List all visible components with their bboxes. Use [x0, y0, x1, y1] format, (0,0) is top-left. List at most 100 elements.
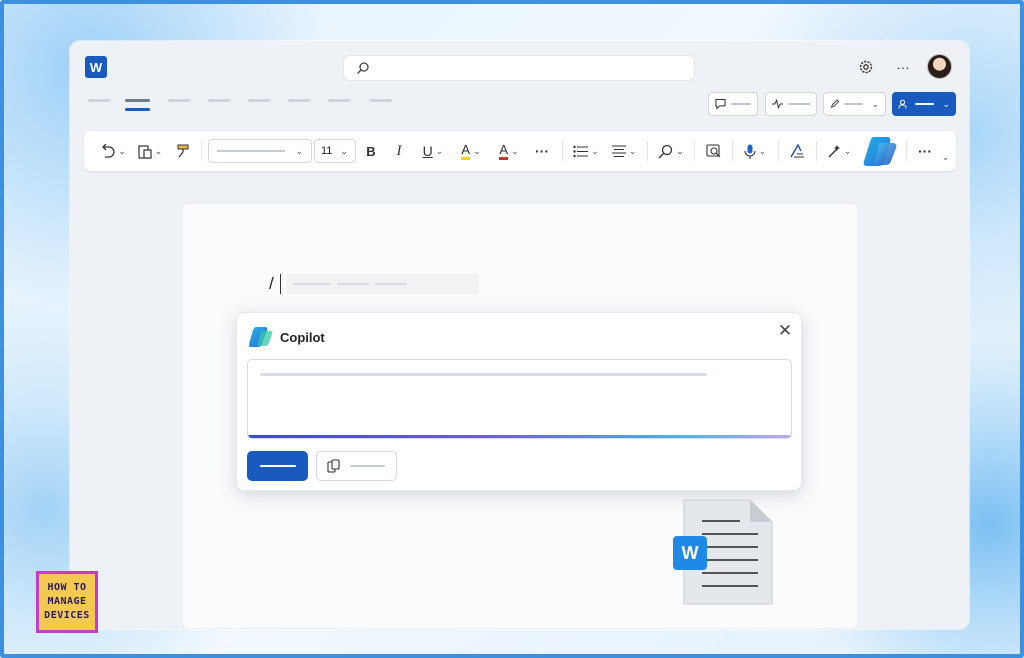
generate-button[interactable]: [247, 451, 308, 481]
paste-icon: [138, 144, 152, 159]
dictate-icon: [744, 144, 756, 159]
undo-button[interactable]: ⌄: [96, 139, 130, 163]
font-color-button[interactable]: A ⌄: [492, 139, 526, 163]
slash-command-line: /: [269, 274, 479, 294]
comments-label: [730, 103, 751, 105]
editing-mode-label: [844, 103, 864, 105]
catch-up-label: [788, 103, 810, 105]
copilot-icon: [863, 137, 897, 166]
tab-file[interactable]: [88, 99, 110, 102]
font-color-icon: A: [499, 142, 509, 160]
chevron-down-icon: ⌄: [591, 145, 599, 156]
underline-button[interactable]: U ⌄: [416, 139, 450, 163]
close-icon[interactable]: ✕: [775, 321, 795, 341]
chevron-down-icon: ⌄: [435, 145, 444, 156]
more-options-button[interactable]: ···: [912, 139, 938, 163]
prompt-text-placeholder: [260, 373, 707, 376]
activity-icon: [772, 98, 783, 110]
more-font-options-button[interactable]: ···: [530, 139, 554, 163]
highlight-icon: A: [461, 142, 471, 160]
reference-icon: [327, 459, 340, 473]
editing-mode-button[interactable]: ⌄: [823, 92, 886, 116]
tab-layout[interactable]: [208, 99, 230, 102]
tab-view[interactable]: [328, 99, 350, 102]
chevron-down-icon: ⌄: [295, 145, 303, 156]
copilot-prompt-input[interactable]: [247, 359, 792, 439]
chevron-down-icon: ⌄: [118, 145, 126, 156]
chevron-down-icon: ⌄: [758, 145, 767, 156]
chevron-down-icon: ⌄: [473, 145, 481, 156]
align-button[interactable]: ⌄: [608, 139, 640, 163]
separator: [201, 141, 202, 161]
prompt-placeholder: [286, 274, 479, 294]
designer-icon: [828, 145, 840, 158]
copilot-panel: Copilot ✕: [236, 312, 802, 491]
format-painter-button[interactable]: [172, 139, 194, 163]
active-tab-indicator: [125, 108, 150, 111]
reference-file-button[interactable]: [316, 451, 397, 481]
separator: [562, 141, 563, 161]
styles-icon: [789, 144, 804, 158]
search-icon: [357, 62, 369, 74]
comment-icon: [715, 98, 726, 110]
comments-button[interactable]: [708, 92, 758, 116]
input-glow: [248, 435, 791, 438]
brand-line-1: HOW TO: [47, 582, 87, 593]
word-logo[interactable]: W: [85, 56, 107, 78]
chevron-down-icon: ⌄: [511, 145, 519, 156]
editor-icon: [705, 144, 720, 158]
avatar[interactable]: [927, 54, 952, 79]
find-button[interactable]: ⌄: [655, 139, 687, 163]
tab-home[interactable]: [125, 99, 150, 102]
chevron-down-icon: ⌄: [871, 98, 879, 109]
font-family-select[interactable]: ⌄: [208, 139, 312, 163]
font-size-value: 11: [321, 145, 333, 157]
bold-button[interactable]: B: [360, 139, 382, 163]
separator: [732, 141, 733, 161]
styles-button[interactable]: [785, 139, 809, 163]
tab-help[interactable]: [370, 99, 392, 102]
background-frame: W ··· ⌄ ⌄ ⌄ ⌄ ⌄ 11 ⌄ B I U ⌄ A ⌄ A ⌄ ···…: [0, 0, 1024, 658]
list-icon: [573, 145, 589, 157]
copilot-ribbon-button[interactable]: [861, 134, 901, 168]
align-icon: [611, 144, 626, 157]
paste-button[interactable]: ⌄: [135, 139, 165, 163]
highlight-button[interactable]: A ⌄: [454, 139, 488, 163]
editor-button[interactable]: [701, 139, 725, 163]
brand-line-3: DEVICES: [44, 610, 90, 621]
share-button[interactable]: ⌄: [892, 92, 956, 116]
tab-insert[interactable]: [168, 99, 190, 102]
chevron-down-icon: ⌄: [340, 145, 348, 156]
chevron-down-icon: ⌄: [676, 145, 684, 156]
separator: [816, 141, 817, 161]
title-bar: W ···: [70, 41, 969, 93]
search-box[interactable]: [343, 55, 695, 81]
tab-references[interactable]: [248, 99, 270, 102]
font-size-select[interactable]: 11 ⌄: [314, 139, 356, 163]
chevron-down-icon: ⌄: [843, 145, 852, 156]
word-badge-letter: W: [681, 542, 699, 563]
share-icon: [898, 99, 907, 109]
designer-button[interactable]: ⌄: [823, 139, 855, 163]
text-cursor: [279, 274, 281, 294]
edit-icon: [830, 99, 840, 108]
more-icon[interactable]: ···: [891, 55, 915, 79]
tab-review[interactable]: [288, 99, 310, 102]
dictate-button[interactable]: ⌄: [739, 139, 771, 163]
expand-ribbon-button[interactable]: ⌄: [936, 145, 952, 169]
copilot-title: Copilot: [280, 330, 325, 345]
settings-icon[interactable]: [854, 55, 878, 79]
ribbon-toolbar: ⌄ ⌄ ⌄ 11 ⌄ B I U ⌄ A ⌄ A ⌄ ··· ⌄ ⌄ ⌄ ⌄ ⌄…: [84, 131, 956, 171]
bullets-button[interactable]: ⌄: [570, 139, 602, 163]
slash-glyph: /: [269, 274, 274, 293]
chevron-down-icon: ⌄: [941, 151, 950, 162]
copilot-icon: [249, 327, 273, 347]
catch-up-button[interactable]: [765, 92, 817, 116]
underline-glyph: U: [422, 143, 433, 159]
italic-button[interactable]: I: [388, 139, 410, 163]
find-icon: [658, 144, 673, 158]
brand-line-2: MANAGE: [47, 596, 87, 607]
undo-icon: [102, 144, 115, 158]
separator: [647, 141, 648, 161]
chevron-down-icon: ⌄: [154, 145, 163, 156]
